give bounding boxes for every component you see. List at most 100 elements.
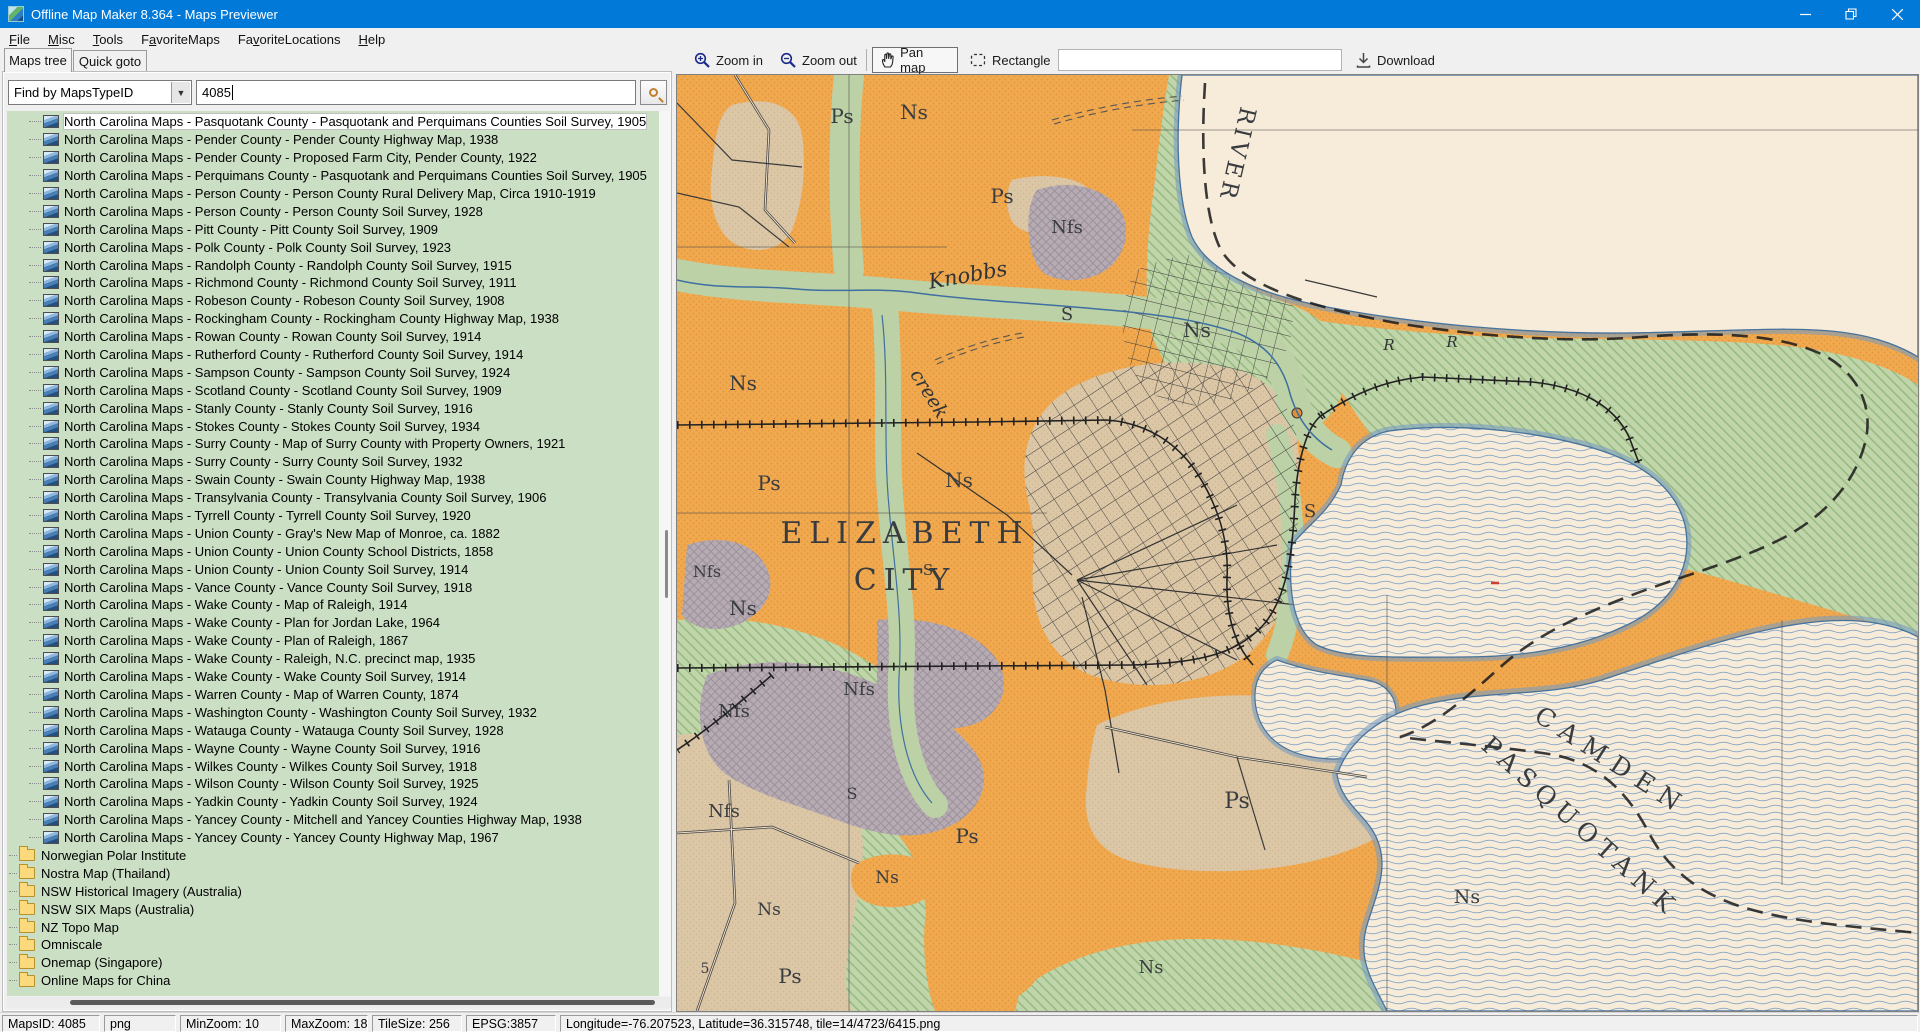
- tree-map-item[interactable]: North Carolina Maps - Robeson County - R…: [7, 292, 659, 310]
- menu-tools[interactable]: Tools: [84, 30, 132, 49]
- tree-map-item[interactable]: North Carolina Maps - Stokes County - St…: [7, 417, 659, 435]
- menu-favoritemaps[interactable]: FavoriteMaps: [132, 30, 229, 49]
- menu-misc[interactable]: Misc: [39, 30, 84, 49]
- tree-connector: [29, 282, 41, 283]
- tree-map-item[interactable]: North Carolina Maps - Pitt County - Pitt…: [7, 220, 659, 238]
- tree-map-item[interactable]: North Carolina Maps - Sampson County - S…: [7, 363, 659, 381]
- tree-map-item[interactable]: North Carolina Maps - Yancey County - Mi…: [7, 811, 659, 829]
- tree-map-item[interactable]: North Carolina Maps - Wake County - Wake…: [7, 668, 659, 686]
- zoom-out-button[interactable]: Zoom out: [772, 47, 865, 73]
- map-label-ns: Ns: [945, 468, 973, 492]
- tree-map-item[interactable]: North Carolina Maps - Wake County - Plan…: [7, 614, 659, 632]
- tree-map-item[interactable]: North Carolina Maps - Rutherford County …: [7, 346, 659, 364]
- search-button[interactable]: [640, 80, 667, 105]
- tree-map-item[interactable]: North Carolina Maps - Warren County - Ma…: [7, 686, 659, 704]
- tree-map-item[interactable]: North Carolina Maps - Pender County - Pe…: [7, 131, 659, 149]
- tree-map-item[interactable]: North Carolina Maps - Rowan County - Row…: [7, 328, 659, 346]
- map-image-icon: [43, 384, 59, 397]
- address-input[interactable]: [1058, 49, 1342, 71]
- tree-folder-item[interactable]: Omniscale: [7, 936, 659, 954]
- tree-folder-item[interactable]: Onemap (Singapore): [7, 954, 659, 972]
- tree-folder-item[interactable]: NZ Topo Map: [7, 918, 659, 936]
- tree-connector: [29, 604, 41, 605]
- map-image-icon: [43, 330, 59, 343]
- map-label-ps: Ps: [1224, 789, 1250, 814]
- map-image-icon: [43, 455, 59, 468]
- tab-quick-goto[interactable]: Quick goto: [73, 50, 147, 72]
- find-by-dropdown[interactable]: Find by MapsTypeID ▼: [8, 80, 192, 105]
- map-label-nfs: Nfs: [693, 562, 721, 581]
- tree-map-item[interactable]: North Carolina Maps - Polk County - Polk…: [7, 238, 659, 256]
- map-image-icon: [43, 688, 59, 701]
- tree-map-item[interactable]: North Carolina Maps - Wake County - Map …: [7, 596, 659, 614]
- tree-folder-item[interactable]: Norwegian Polar Institute: [7, 847, 659, 865]
- tree-vertical-scrollbar-thumb[interactable]: [665, 530, 668, 598]
- tree-map-item[interactable]: North Carolina Maps - Surry County - Map…: [7, 435, 659, 453]
- tree-map-item[interactable]: North Carolina Maps - Yadkin County - Ya…: [7, 793, 659, 811]
- map-label-ns: Ns: [1454, 886, 1480, 908]
- tree-map-item[interactable]: North Carolina Maps - Vance County - Van…: [7, 578, 659, 596]
- tree-map-item[interactable]: North Carolina Maps - Person County - Pe…: [7, 202, 659, 220]
- tree-map-item[interactable]: North Carolina Maps - Wake County - Rale…: [7, 650, 659, 668]
- tree-map-item[interactable]: North Carolina Maps - Pender County - Pr…: [7, 149, 659, 167]
- hand-icon: [881, 52, 894, 68]
- zoom-in-button[interactable]: Zoom in: [686, 47, 771, 73]
- tree-map-item[interactable]: North Carolina Maps - Union County - Uni…: [7, 560, 659, 578]
- tree-map-item[interactable]: North Carolina Maps - Perquimans County …: [7, 167, 659, 185]
- search-input[interactable]: 4085: [196, 80, 636, 105]
- tree-horizontal-scrollbar-thumb[interactable]: [70, 1000, 655, 1005]
- tree-map-item[interactable]: North Carolina Maps - Stanly County - St…: [7, 399, 659, 417]
- menu-file[interactable]: File: [0, 30, 39, 49]
- tree-map-item[interactable]: North Carolina Maps - Yancey County - Ya…: [7, 829, 659, 847]
- tree-map-item[interactable]: North Carolina Maps - Wilkes County - Wi…: [7, 757, 659, 775]
- menu-help[interactable]: Help: [349, 30, 394, 49]
- pan-map-button[interactable]: Pan map: [872, 47, 958, 73]
- map-preview[interactable]: PsNsPsNfsSNsKnobbscreekELIZABETHCITYNsPs…: [676, 74, 1919, 1012]
- tree-map-item[interactable]: North Carolina Maps - Rockingham County …: [7, 310, 659, 328]
- tree-map-item[interactable]: North Carolina Maps - Wayne County - Way…: [7, 739, 659, 757]
- tree-item-label: North Carolina Maps - Randolph County - …: [64, 258, 512, 273]
- map-image-icon: [43, 652, 59, 665]
- tree-map-item[interactable]: North Carolina Maps - Union County - Gra…: [7, 524, 659, 542]
- tree-folder-item[interactable]: NSW SIX Maps (Australia): [7, 900, 659, 918]
- tree-item-label: North Carolina Maps - Wilson County - Wi…: [64, 776, 478, 791]
- tree-map-item[interactable]: North Carolina Maps - Union County - Uni…: [7, 542, 659, 560]
- tree-map-item[interactable]: North Carolina Maps - Person County - Pe…: [7, 185, 659, 203]
- tree-map-item[interactable]: North Carolina Maps - Surry County - Sur…: [7, 453, 659, 471]
- tree-map-item[interactable]: North Carolina Maps - Swain County - Swa…: [7, 471, 659, 489]
- map-image-icon: [43, 187, 59, 200]
- tree-map-item[interactable]: North Carolina Maps - Randolph County - …: [7, 256, 659, 274]
- tree-map-item[interactable]: North Carolina Maps - Transylvania Count…: [7, 489, 659, 507]
- tree-item-label: North Carolina Maps - Rockingham County …: [64, 311, 559, 326]
- tree-folder-item[interactable]: Nostra Map (Thailand): [7, 864, 659, 882]
- map-image-icon: [43, 473, 59, 486]
- tree-map-item[interactable]: North Carolina Maps - Richmond County - …: [7, 274, 659, 292]
- tree-map-item[interactable]: North Carolina Maps - Washington County …: [7, 703, 659, 721]
- tree-item-label: North Carolina Maps - Surry County - Map…: [64, 436, 565, 451]
- tree-connector: [29, 712, 41, 713]
- tree-folder-item[interactable]: Online Maps for China: [7, 972, 659, 990]
- map-image-icon: [43, 634, 59, 647]
- close-button[interactable]: [1874, 0, 1920, 28]
- tree-map-item[interactable]: North Carolina Maps - Tyrrell County - T…: [7, 507, 659, 525]
- tree-map-item[interactable]: North Carolina Maps - Scotland County - …: [7, 381, 659, 399]
- restore-button[interactable]: [1828, 0, 1874, 28]
- tree-map-item[interactable]: North Carolina Maps - Pasquotank County …: [7, 113, 659, 131]
- tree-item-label: North Carolina Maps - Wake County - Plan…: [64, 615, 440, 630]
- tree-map-item[interactable]: North Carolina Maps - Wilson County - Wi…: [7, 775, 659, 793]
- tree-item-label: North Carolina Maps - Watauga County - W…: [64, 723, 504, 738]
- rectangle-button[interactable]: Rectangle: [962, 47, 1059, 73]
- tab-maps-tree[interactable]: Maps tree: [4, 48, 72, 72]
- menu-favoritelocations[interactable]: FavoriteLocations: [229, 30, 350, 49]
- tree-connector: [29, 461, 41, 462]
- map-label-nfs: Nfs: [718, 701, 750, 722]
- minimize-button[interactable]: [1782, 0, 1828, 28]
- tree-map-item[interactable]: North Carolina Maps - Watauga County - W…: [7, 721, 659, 739]
- folder-icon: [19, 849, 35, 861]
- tree-item-label: North Carolina Maps - Vance County - Van…: [64, 580, 472, 595]
- chevron-down-icon[interactable]: ▼: [171, 82, 190, 103]
- download-button[interactable]: Download: [1348, 47, 1443, 73]
- tree-folder-item[interactable]: NSW Historical Imagery (Australia): [7, 882, 659, 900]
- tree-map-item[interactable]: North Carolina Maps - Wake County - Plan…: [7, 632, 659, 650]
- tree-connector: [29, 157, 41, 158]
